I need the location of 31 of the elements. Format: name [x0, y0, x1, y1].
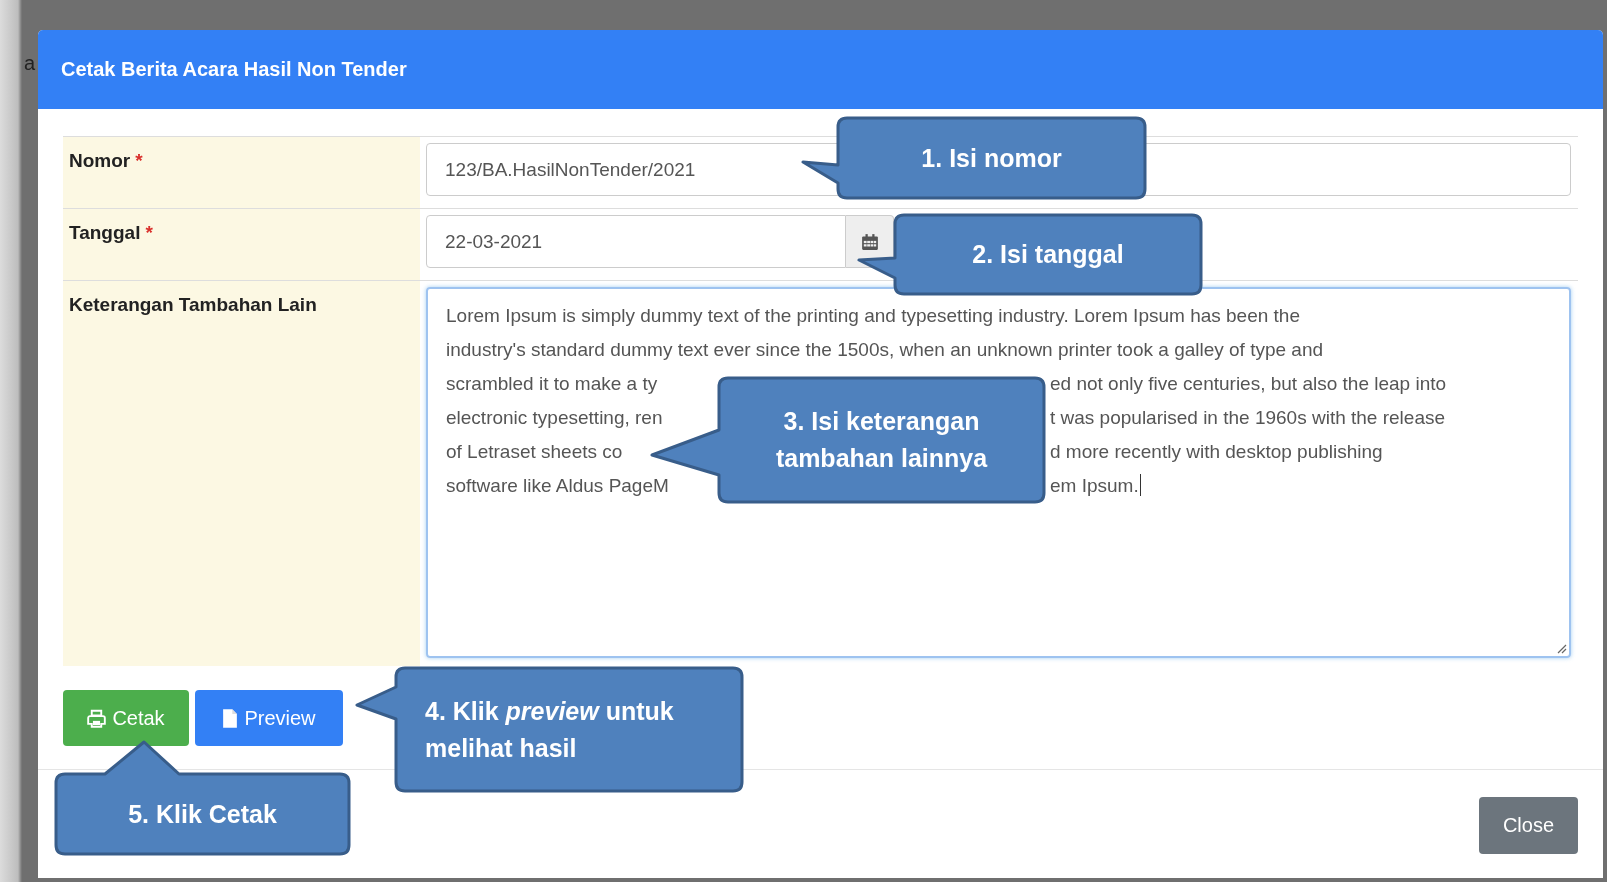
- callout-text: 3. Isi keterangan tambahan lainnya: [775, 406, 988, 474]
- modal-title: Cetak Berita Acara Hasil Non Tender: [61, 58, 407, 81]
- callout-text: 2. Isi tanggal: [972, 239, 1124, 270]
- text-line: electronic typesetting, ren: [446, 406, 664, 430]
- print-button[interactable]: Cetak: [63, 690, 189, 746]
- field-label: Keterangan Tambahan Lain: [69, 294, 317, 315]
- text-cursor: [1139, 474, 1141, 496]
- text-line: d more recently with desktop publishing: [1050, 440, 1384, 464]
- callout-text: 5. Klik Cetak: [128, 798, 277, 830]
- callout-text: 4. Klik preview untuk melihat hasil: [425, 695, 674, 764]
- preview-button[interactable]: Preview: [195, 690, 343, 746]
- text-line: software like Aldus PageM: [446, 474, 670, 498]
- field-label: Nomor: [69, 150, 131, 171]
- date-input-field[interactable]: 22-03-2021: [426, 215, 846, 268]
- document-icon: [222, 708, 239, 728]
- resize-handle-icon[interactable]: [1555, 642, 1567, 654]
- calendar-icon: [860, 232, 879, 251]
- text-line: t was popularised in the 1960s with the release: [1050, 406, 1447, 430]
- background-page-text: a: [24, 52, 36, 75]
- text-line: industry's standard dummy text ever since the 1500s, when an unknown printer took a galley of type and: [446, 339, 1324, 360]
- required-mark: *: [145, 222, 153, 243]
- text-line: scrambled it to make a ty: [446, 372, 659, 396]
- close-button[interactable]: Close: [1479, 797, 1578, 854]
- text-line: Lorem Ipsum is simply dummy text of the printing and typesetting industry. Lorem Ipsum has been the: [446, 305, 1300, 326]
- text-line: em Ipsum.: [1050, 473, 1142, 498]
- text-line: of Letraset sheets co: [446, 440, 624, 464]
- field-label: Tanggal: [69, 222, 141, 243]
- printer-icon: [87, 708, 107, 728]
- text-line: ed not only five centuries, but also the leap into: [1050, 372, 1448, 396]
- callout-text: 1. Isi nomor: [921, 142, 1062, 174]
- required-mark: *: [135, 150, 143, 171]
